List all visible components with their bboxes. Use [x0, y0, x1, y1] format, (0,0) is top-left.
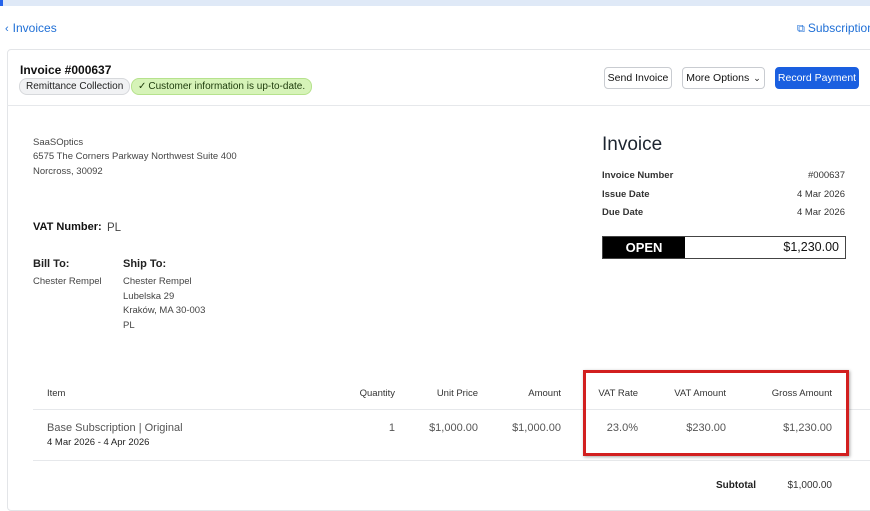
- ship-to-name: Chester Rempel: [123, 276, 192, 287]
- back-to-invoices-link[interactable]: ‹ Invoices: [5, 21, 57, 35]
- subtotal-label: Subtotal: [716, 480, 756, 491]
- company-address-line2: Norcross, 30092: [33, 166, 103, 177]
- banner-accent: [0, 0, 3, 6]
- invoice-number-value: #000637: [808, 170, 845, 181]
- row-vat-amount: $230.00: [686, 422, 726, 434]
- bill-to-name: Chester Rempel: [33, 276, 102, 287]
- invoice-status-box: OPEN $1,230.00: [602, 236, 846, 259]
- column-header-vat-amount: VAT Amount: [674, 388, 726, 399]
- chevron-down-icon: ⌄: [753, 73, 761, 83]
- more-options-label: More Options: [686, 72, 750, 84]
- table-header-divider: [33, 409, 870, 410]
- status-label: OPEN: [603, 237, 685, 258]
- customer-status-badge: ✓ Customer information is up-to-date.: [131, 78, 313, 95]
- row-amount: $1,000.00: [512, 422, 561, 434]
- row-gross-amount: $1,230.00: [783, 422, 832, 434]
- subtotal-value: $1,000.00: [787, 480, 833, 491]
- row-item-name: Base Subscription | Original: [47, 422, 183, 434]
- table-row-divider: [33, 460, 870, 461]
- due-date-label: Due Date: [602, 207, 644, 218]
- issue-date-value: 4 Mar 2026: [796, 189, 845, 200]
- collection-type-badge: Remittance Collection: [19, 78, 131, 95]
- invoice-number-label: Invoice Number: [602, 170, 674, 181]
- issue-date-label: Issue Date: [602, 189, 650, 200]
- row-item-period: 4 Mar 2026 - 4 Apr 2026: [47, 437, 150, 448]
- subscription-link-label: Subscription: [807, 21, 870, 35]
- column-header-quantity: Quantity: [359, 388, 395, 399]
- row-unit-price: $1,000.00: [429, 422, 478, 434]
- check-icon: ✓: [138, 81, 147, 92]
- ship-to-heading: Ship To:: [123, 258, 167, 270]
- chevron-left-icon: ‹: [5, 23, 9, 35]
- column-header-item: Item: [47, 388, 66, 399]
- company-address-line1: 6575 The Corners Parkway Northwest Suite…: [33, 151, 237, 162]
- due-date-value: 4 Mar 2026: [796, 207, 845, 218]
- more-options-button[interactable]: More Options ⌄: [682, 67, 765, 89]
- send-invoice-button[interactable]: Send Invoice: [604, 67, 672, 89]
- ship-to-country: PL: [123, 320, 135, 331]
- row-quantity: 1: [388, 422, 395, 434]
- vat-number-value: PL: [107, 222, 122, 234]
- customer-status-text: Customer information is up-to-date.: [148, 81, 306, 92]
- top-banner: [0, 0, 870, 6]
- company-name: SaaSOptics: [33, 137, 84, 148]
- column-header-vat-rate: VAT Rate: [598, 388, 638, 399]
- column-header-gross-amount: Gross Amount: [771, 388, 832, 399]
- column-header-amount: Amount: [528, 388, 561, 399]
- status-total-amount: $1,230.00: [783, 240, 839, 254]
- record-payment-button[interactable]: Record Payment: [775, 67, 859, 89]
- subscription-link[interactable]: ⧉ Subscription: [797, 21, 870, 36]
- vat-number-label: VAT Number:: [33, 221, 102, 233]
- bill-to-heading: Bill To:: [33, 258, 70, 270]
- ship-to-street: Lubelska 29: [123, 291, 175, 302]
- invoice-title: Invoice #000637: [20, 63, 112, 77]
- ship-to-city: Kraków, MA 30-003: [123, 305, 206, 316]
- back-link-label: Invoices: [12, 21, 57, 35]
- row-vat-rate: 23.0%: [606, 422, 638, 434]
- header-divider: [7, 105, 870, 106]
- invoice-heading: Invoice: [602, 134, 663, 155]
- column-header-unit-price: Unit Price: [436, 388, 478, 399]
- external-link-icon: ⧉: [797, 23, 805, 35]
